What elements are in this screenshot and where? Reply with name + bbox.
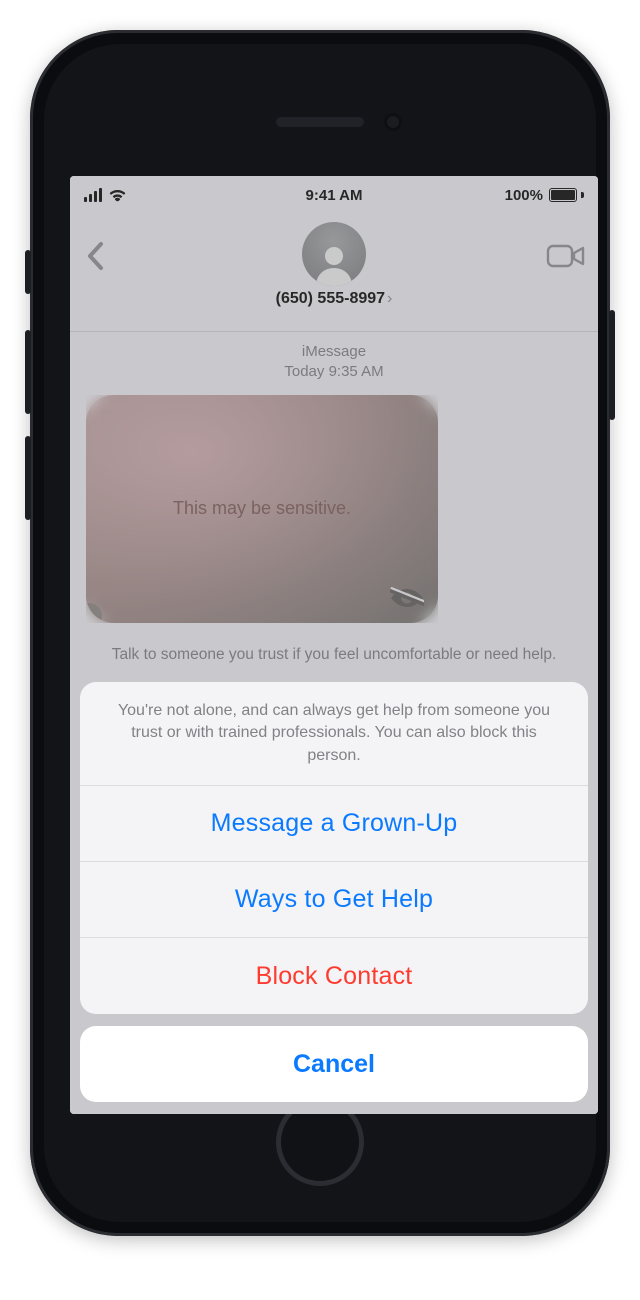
ways-to-get-help-button[interactable]: Ways to Get Help [80,862,588,938]
mute-switch [25,250,31,294]
cancel-button[interactable]: Cancel [80,1026,588,1102]
block-contact-button[interactable]: Block Contact [80,938,588,1014]
iphone-device-frame: 9:41 AM 100% [30,30,610,1236]
message-grownup-button[interactable]: Message a Grown-Up [80,786,588,862]
action-sheet-message: You're not alone, and can always get hel… [80,682,588,786]
front-camera [384,113,402,131]
earpiece-speaker [276,117,364,127]
power-button [609,310,615,420]
action-sheet: You're not alone, and can always get hel… [70,682,598,1114]
volume-down-button [25,436,31,520]
volume-up-button [25,330,31,414]
